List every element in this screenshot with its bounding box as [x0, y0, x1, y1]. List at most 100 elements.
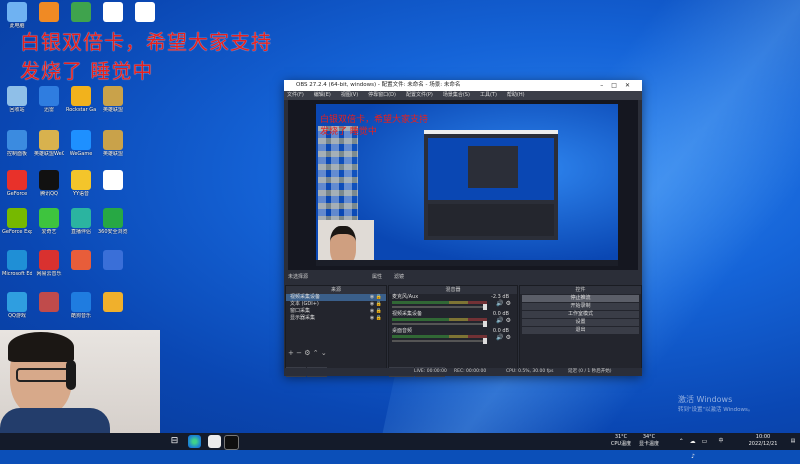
desktop-icon[interactable]: Microsoft Edge: [2, 250, 32, 284]
menu-item[interactable]: 场景集合(S): [443, 92, 470, 98]
system-tray-icons[interactable]: ⌃ ☁ ▭ ♪: [674, 433, 714, 460]
gpu-temp-widget[interactable]: 34°C 显卡温度: [636, 433, 662, 451]
volume-slider-knob[interactable]: [483, 338, 487, 344]
visibility-lock-icon[interactable]: ◉ 🔒: [370, 294, 382, 301]
desktop-icon-label: 腾讯QQ: [40, 191, 58, 197]
visibility-lock-icon[interactable]: ◉ 🔒: [370, 301, 382, 308]
add-icon[interactable]: +: [288, 349, 294, 357]
desktop-icon[interactable]: 英雄联盟: [98, 86, 128, 120]
task-view-icon[interactable]: ⊟: [168, 435, 181, 448]
move-down-icon[interactable]: ⌄: [321, 349, 327, 357]
visibility-lock-icon[interactable]: ◉ 🔒: [370, 315, 382, 322]
cpu-temp-widget[interactable]: 31°C CPU温度: [608, 433, 634, 451]
volume-slider-knob[interactable]: [483, 304, 487, 310]
app-icon: [71, 130, 91, 150]
desktop-icon[interactable]: [98, 250, 128, 284]
status-rec: REC: 00:00:00: [454, 369, 487, 374]
menu-item[interactable]: 编辑(E): [314, 92, 331, 98]
desktop-icon[interactable]: WeGame: [66, 130, 96, 164]
status-cpu: CPU: 0.5%, 30.00 fps: [506, 369, 554, 374]
edge-browser-icon[interactable]: [188, 435, 201, 448]
preview-overlay-line2: 发烧了 睡觉中: [320, 127, 377, 137]
desktop-icon[interactable]: [98, 170, 128, 204]
file-explorer-icon[interactable]: [208, 435, 221, 448]
sources-toolbar: + − ⚙ ⌃ ⌄: [286, 348, 388, 358]
app-icon: [39, 86, 59, 106]
app-icon: [7, 86, 27, 106]
preview-webcam: [318, 220, 374, 266]
volume-slider[interactable]: [392, 321, 487, 327]
mixer-panel: 混音器 麦克风/Aux -2.3 dB 🔊 ⚙ 视频采集设备 0.0 dB 🔊 ⚙ 桌面音频…: [388, 285, 518, 377]
desktop-icon[interactable]: 网易云音乐: [34, 250, 64, 284]
remove-icon[interactable]: −: [296, 349, 302, 357]
app-icon: [103, 292, 123, 312]
desktop-icon[interactable]: GeForce Experience: [2, 208, 32, 242]
speaker-gear-icon[interactable]: 🔊 ⚙: [496, 317, 511, 324]
desktop-icon[interactable]: QQ游戏: [2, 292, 32, 326]
volume-slider[interactable]: [392, 338, 487, 344]
visibility-lock-icon[interactable]: ◉ 🔒: [370, 308, 382, 315]
control-button[interactable]: 开始录制: [522, 303, 639, 310]
glasses: [16, 368, 70, 382]
menu-item[interactable]: 停靠窗口(D): [368, 92, 396, 98]
desktop-icon[interactable]: [66, 250, 96, 284]
obs-docks: 来源 视频采集设备 ◉ 🔒 文本 (GDI+) ◉ 🔒 窗口采集 ◉ 🔒 显示器采集 ◉ 🔒 …: [284, 285, 642, 377]
obs-title-bar[interactable]: OBS 27.2.4 (64-bit, windows) - 配置文件: 未命名…: [284, 80, 642, 91]
desktop-icon[interactable]: YY语音: [66, 170, 96, 204]
desktop-icon-label: YY语音: [72, 191, 90, 197]
source-item[interactable]: 文本 (GDI+) ◉ 🔒: [286, 301, 386, 308]
desktop-icon[interactable]: Rockstar Games: [66, 86, 96, 120]
volume-meter: [392, 318, 487, 321]
obs-menu-bar[interactable]: 文件(F) 编辑(E) 视图(V) 停靠窗口(D) 配置文件(P) 场景集合(S) 工具(T…: [284, 91, 642, 100]
desktop-icon[interactable]: 直播伴侣: [66, 208, 96, 242]
menu-item[interactable]: 帮助(H): [507, 92, 525, 98]
gear-icon[interactable]: ⚙: [304, 349, 310, 357]
speaker-gear-icon[interactable]: 🔊 ⚙: [496, 334, 511, 341]
window-controls[interactable]: –□✕: [600, 80, 638, 91]
menu-item[interactable]: 文件(F): [287, 92, 304, 98]
volume-slider-knob[interactable]: [483, 321, 487, 327]
obs-taskbar-icon[interactable]: [224, 435, 239, 450]
move-up-icon[interactable]: ⌃: [313, 349, 319, 357]
obs-preview[interactable]: 白银双倍卡，希望大家支持 发烧了 睡觉中: [288, 100, 638, 270]
desktop-icon-label: GeForce: [6, 191, 28, 197]
control-button[interactable]: 停止推流: [522, 295, 639, 302]
desktop-icon[interactable]: 英雄联盟WeGame版: [34, 130, 64, 164]
clock[interactable]: 10:00 2022/12/21: [744, 433, 782, 451]
control-button[interactable]: 退出: [522, 327, 639, 334]
speaker-gear-icon[interactable]: 🔊 ⚙: [496, 300, 511, 307]
mixer-channel: 桌面音频 0.0 dB 🔊 ⚙: [389, 328, 517, 345]
source-item[interactable]: 窗口采集 ◉ 🔒: [286, 308, 386, 315]
desktop-icon[interactable]: 控制面板: [2, 130, 32, 164]
menu-item[interactable]: 工具(T): [480, 92, 497, 98]
desktop-icon[interactable]: 迅雷: [34, 86, 64, 120]
overlay-text-line1: 白银双倍卡，希望大家支持: [20, 30, 272, 54]
desktop-icon-label: 网易云音乐: [36, 271, 62, 277]
control-button[interactable]: 设置: [522, 319, 639, 326]
desktop-icon[interactable]: 酷狗音乐: [66, 292, 96, 326]
desktop-icon[interactable]: GeForce: [2, 170, 32, 204]
desktop-icon[interactable]: 腾讯QQ: [34, 170, 64, 204]
volume-slider[interactable]: [392, 304, 487, 310]
source-item[interactable]: 显示器采集 ◉ 🔒: [286, 315, 386, 322]
notification-icon[interactable]: ▤: [788, 433, 798, 451]
desktop-icon[interactable]: [98, 292, 128, 326]
preview-taskbar: [316, 260, 618, 266]
desktop-icon[interactable]: 爱奇艺: [34, 208, 64, 242]
input-method-indicator[interactable]: 中: [716, 433, 726, 451]
menu-item[interactable]: 配置文件(P): [406, 92, 433, 98]
desktop-icon-label: Microsoft Edge: [2, 271, 32, 277]
desktop-icon[interactable]: 英雄联盟: [98, 130, 128, 164]
desktop-icon[interactable]: 360安全浏览器: [98, 208, 128, 242]
properties-button[interactable]: 属性: [372, 272, 382, 282]
control-button[interactable]: 工作室模式: [522, 311, 639, 318]
app-icon: [39, 208, 59, 228]
desktop-icon-label: Rockstar Games: [66, 107, 96, 113]
desktop-icon[interactable]: [34, 292, 64, 326]
menu-item[interactable]: 视图(V): [341, 92, 358, 98]
overlay-text-line2: 发烧了 睡觉中: [20, 59, 154, 83]
source-item[interactable]: 视频采集设备 ◉ 🔒: [286, 294, 386, 301]
filters-button[interactable]: 滤镜: [394, 272, 404, 282]
desktop-icon[interactable]: 回收站: [2, 86, 32, 120]
obs-window[interactable]: OBS 27.2.4 (64-bit, windows) - 配置文件: 未命名…: [284, 80, 642, 377]
